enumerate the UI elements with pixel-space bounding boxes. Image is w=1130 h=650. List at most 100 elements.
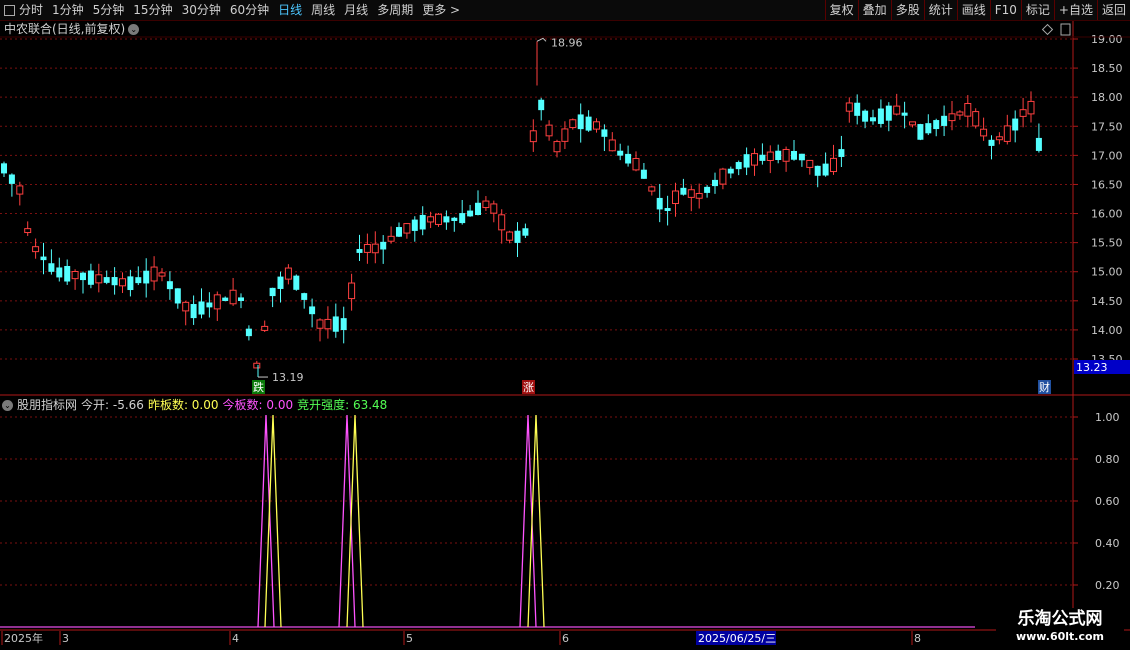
- candle-body: [877, 108, 884, 124]
- candle-body: [119, 278, 126, 287]
- candle-body: [284, 267, 292, 280]
- candle-body: [917, 124, 924, 140]
- candle-body: [277, 276, 284, 289]
- candle-body: [862, 110, 869, 122]
- candle-body: [727, 168, 734, 174]
- candle-body: [775, 150, 782, 160]
- candle-body: [419, 214, 426, 230]
- candle-body: [648, 186, 656, 192]
- candle-body: [435, 213, 442, 225]
- candle-body: [396, 227, 402, 237]
- candle-body: [561, 128, 569, 142]
- indicator-axis-label: 0.40: [1095, 537, 1120, 550]
- indicator-axis-label: 0.20: [1095, 579, 1120, 592]
- spike-yesterday-2: [527, 414, 545, 628]
- candle-body: [467, 210, 474, 217]
- candle-body: [522, 228, 529, 236]
- candle-body: [870, 117, 876, 122]
- cursor-date-label: 2025/06/25/三: [698, 632, 776, 645]
- candle-body: [482, 200, 490, 209]
- candle-body: [632, 158, 640, 171]
- candle-body: [356, 249, 363, 253]
- candle-body: [766, 151, 774, 161]
- candle-body: [782, 148, 790, 162]
- candle-body: [459, 213, 466, 224]
- candle-body: [948, 113, 956, 122]
- high-marker-label: 18.96: [551, 36, 583, 49]
- candle-body: [56, 267, 63, 278]
- candle-body: [143, 270, 150, 284]
- candle-body: [80, 272, 86, 281]
- candle-body: [103, 277, 110, 283]
- date-label: 2025年: [4, 631, 43, 645]
- candle-body: [988, 139, 995, 146]
- indicator-item-0: 今开: -5.66: [81, 398, 144, 412]
- kline-chart[interactable]: 18.96 13.19 跌 涨 财 19.00 18.50 18.00 17.50 17.00 1…: [0, 0, 1130, 650]
- candle-body: [316, 319, 324, 329]
- indicator-chevron-icon[interactable]: ⌄: [2, 400, 13, 411]
- candle-body: [798, 153, 805, 161]
- candle-body: [553, 141, 561, 153]
- candle-body: [301, 293, 308, 300]
- date-label: 3: [62, 632, 69, 645]
- candle-body: [293, 275, 300, 290]
- candle-body: [363, 243, 371, 253]
- candle-body: [245, 328, 252, 337]
- candle-body: [182, 301, 190, 312]
- candle-body: [411, 219, 418, 231]
- candle-body: [340, 318, 347, 331]
- candle-body: [680, 187, 687, 195]
- candle-body: [238, 297, 244, 301]
- candle-body: [593, 121, 600, 130]
- spike-today-1: [338, 414, 356, 628]
- indicator-name: 股朋指标网: [17, 398, 78, 412]
- price-label: 14.50: [1091, 295, 1123, 308]
- candle-body: [759, 154, 766, 161]
- candle-body: [814, 165, 821, 176]
- candle-body: [538, 99, 545, 111]
- candle-body: [348, 282, 356, 300]
- price-label: 14.00: [1091, 324, 1123, 337]
- candle-body: [443, 216, 450, 223]
- candle-body: [1019, 109, 1027, 117]
- candle-body: [1035, 137, 1042, 151]
- candle-body: [269, 287, 276, 297]
- candle-body: [87, 270, 94, 285]
- indicator-axis-label: 1.00: [1095, 411, 1120, 424]
- candle-body: [569, 119, 577, 129]
- die-marker-label: 跌: [253, 380, 264, 394]
- panel-icon: [1060, 23, 1071, 36]
- zhang-marker-label: 涨: [523, 381, 534, 394]
- indicator-item-3: 竞开强度: 63.48: [297, 398, 388, 412]
- candle-body: [451, 217, 458, 221]
- candle-body: [608, 139, 616, 152]
- candle-body: [1, 163, 7, 174]
- candle-body: [111, 277, 118, 286]
- indicator-item-2: 今板数: 0.00: [222, 398, 294, 412]
- candle-body: [672, 190, 679, 205]
- candle-body: [529, 130, 537, 143]
- candle-body: [830, 157, 837, 173]
- candle-body: [545, 124, 553, 137]
- candle-body: [964, 103, 972, 117]
- candle-body: [893, 105, 901, 115]
- candle-body: [1012, 118, 1019, 131]
- candle-body: [506, 231, 514, 241]
- candle-body: [24, 228, 32, 234]
- date-label: 8: [914, 632, 921, 645]
- candle-body: [791, 151, 797, 160]
- candle-body: [48, 263, 55, 272]
- price-label: 19.00: [1091, 33, 1123, 46]
- candle-body: [601, 129, 608, 137]
- candle-body: [387, 235, 395, 242]
- candle-body: [909, 121, 916, 126]
- high-marker-arrow: [536, 37, 547, 42]
- price-label: 17.00: [1091, 149, 1123, 162]
- candle-body: [925, 123, 932, 134]
- candle-body: [498, 214, 506, 231]
- candle-body: [845, 102, 853, 112]
- watermark: 乐淘公式网 www.60lt.com: [996, 608, 1124, 644]
- candle-body: [901, 112, 908, 116]
- candle-body: [972, 111, 980, 127]
- candle-body: [585, 116, 592, 131]
